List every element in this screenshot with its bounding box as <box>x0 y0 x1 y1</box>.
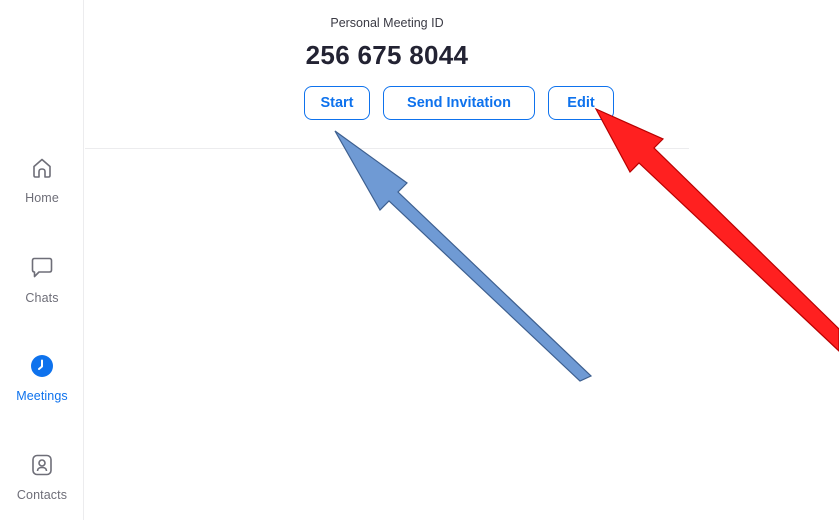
sidebar-item-label: Contacts <box>16 488 68 502</box>
clock-icon <box>29 353 55 379</box>
blue-arrow-annotation <box>334 130 593 382</box>
sidebar-item-label: Home <box>25 191 59 205</box>
sidebar-item-label: Meetings <box>16 389 68 403</box>
home-icon <box>29 155 55 181</box>
sidebar-nav: Home Chats Meetings Contacts <box>0 0 84 520</box>
edit-button[interactable]: Edit <box>548 86 614 120</box>
send-invitation-button[interactable]: Send Invitation <box>383 86 535 120</box>
zoom-app-window: Home Chats Meetings Contacts Personal Me… <box>0 0 839 520</box>
pmi-number: 256 675 8044 <box>305 40 469 70</box>
personal-meeting-panel: Personal Meeting ID 256 675 8044 Start S… <box>85 0 689 149</box>
start-button[interactable]: Start <box>304 86 370 120</box>
contact-card-icon <box>29 452 55 478</box>
pmi-label: Personal Meeting ID <box>330 16 444 30</box>
sidebar-item-chats[interactable]: Chats <box>0 255 84 305</box>
sidebar-item-contacts[interactable]: Contacts <box>0 452 84 502</box>
sidebar-item-home[interactable]: Home <box>0 155 84 205</box>
sidebar-item-meetings[interactable]: Meetings <box>0 353 84 403</box>
chat-bubble-icon <box>29 255 55 281</box>
sidebar-item-label: Chats <box>25 291 59 305</box>
